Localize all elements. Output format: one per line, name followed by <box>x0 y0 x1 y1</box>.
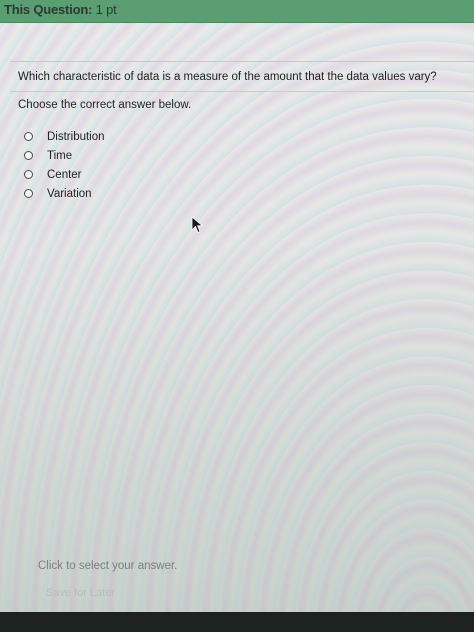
radio-button-icon[interactable] <box>24 189 33 198</box>
option-distribution[interactable]: Distribution <box>24 127 105 146</box>
divider-top <box>10 61 474 62</box>
question-header: This Question: 1 pt <box>0 0 474 23</box>
option-variation[interactable]: Variation <box>24 184 105 203</box>
option-label[interactable]: Variation <box>47 188 92 200</box>
header-title-label: This Question: <box>4 2 93 17</box>
radio-button-icon[interactable] <box>24 170 33 179</box>
answer-instruction: Choose the correct answer below. <box>18 99 192 111</box>
option-label[interactable]: Distribution <box>47 131 105 143</box>
question-points: 1 pt <box>95 2 117 17</box>
divider-mid <box>10 91 474 92</box>
question-header-title: This Question: 1 pt <box>4 2 117 17</box>
save-for-later-button[interactable]: Save for Later <box>46 587 115 599</box>
radio-button-icon[interactable] <box>24 151 33 160</box>
question-text: Which characteristic of data is a measur… <box>18 71 437 83</box>
option-label[interactable]: Center <box>47 169 82 181</box>
answer-options: Distribution Time Center Variation <box>24 127 105 203</box>
option-time[interactable]: Time <box>24 146 105 165</box>
option-center[interactable]: Center <box>24 165 105 184</box>
select-answer-hint: Click to select your answer. <box>38 560 178 572</box>
radio-button-icon[interactable] <box>24 132 33 141</box>
option-label[interactable]: Time <box>47 150 72 162</box>
mouse-pointer-icon <box>191 216 204 234</box>
quiz-screen: This Question: 1 pt Which characteristic… <box>0 0 474 612</box>
